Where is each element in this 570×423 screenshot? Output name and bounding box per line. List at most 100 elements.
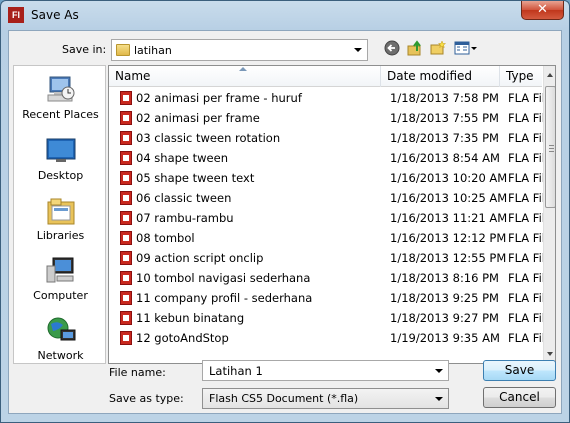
save-button[interactable]: Save <box>483 360 556 381</box>
new-folder-button[interactable] <box>429 40 447 58</box>
file-row[interactable]: 05 shape tween text 1/16/2013 10:20 AM FLA… <box>109 168 545 188</box>
file-name-label: File name: <box>109 366 166 379</box>
file-list-header: Name Date modified Type <box>109 66 542 87</box>
file-name-cell: 11 company profil - sederhana <box>136 291 313 305</box>
sort-ascending-icon <box>239 67 247 71</box>
file-date-cell: 1/18/2013 8:16 PM <box>390 271 499 285</box>
up-folder-button[interactable] <box>406 40 424 58</box>
save-in-dropdown[interactable]: latihan <box>111 39 368 61</box>
scroll-thumb[interactable] <box>545 86 555 208</box>
vertical-scrollbar[interactable] <box>543 66 555 363</box>
places-bar: Recent Places Desktop Libraries Computer… <box>13 65 106 364</box>
column-header-name[interactable]: Name <box>109 66 381 87</box>
file-name-cell: 04 shape tween <box>136 151 228 165</box>
file-row[interactable]: 02 animasi per frame 1/18/2013 7:55 PM FLA… <box>109 108 545 128</box>
file-row[interactable]: 08 tombol 1/16/2013 12:12 PM FLA Fil <box>109 228 545 248</box>
place-network[interactable]: Network <box>14 316 107 362</box>
fla-file-icon <box>120 211 132 225</box>
fla-file-icon <box>120 91 132 105</box>
window-title: Save As <box>31 8 79 22</box>
place-libraries[interactable]: Libraries <box>14 196 107 242</box>
save-in-label: Save in: <box>62 43 107 56</box>
fla-file-icon <box>120 331 132 345</box>
place-label: Desktop <box>37 169 84 182</box>
file-date-cell: 1/18/2013 12:55 PM <box>390 251 507 265</box>
column-name-label: Name <box>115 69 151 83</box>
cancel-button[interactable]: Cancel <box>483 387 556 408</box>
save-as-type-label: Save as type: <box>109 392 184 405</box>
place-label: Computer <box>33 289 88 302</box>
file-type-cell: FLA Fil <box>508 231 545 245</box>
fla-file-icon <box>120 111 132 125</box>
save-in-value: latihan <box>134 44 172 57</box>
file-date-cell: 1/19/2013 9:35 AM <box>390 331 500 345</box>
recent-places-icon <box>45 75 77 105</box>
file-row[interactable]: 02 animasi per frame - huruf 1/18/2013 7:… <box>109 88 545 108</box>
column-header-date[interactable]: Date modified <box>381 66 500 87</box>
fla-file-icon <box>120 191 132 205</box>
file-date-cell: 1/18/2013 7:55 PM <box>390 111 499 125</box>
file-type-cell: FLA Fil <box>508 331 545 345</box>
desktop-icon <box>45 136 77 166</box>
fla-file-icon <box>120 271 132 285</box>
file-row[interactable]: 07 rambu-rambu 1/16/2013 11:21 AM FLA Fil <box>109 208 545 228</box>
title-bar[interactable]: Fl Save As ✕ <box>1 1 569 29</box>
scroll-up-icon[interactable] <box>547 73 553 77</box>
file-row[interactable]: 06 classic tween 1/16/2013 10:25 AM FLA Fi… <box>109 188 545 208</box>
file-date-cell: 1/16/2013 10:20 AM <box>390 171 508 185</box>
file-type-cell: FLA Fil <box>508 171 545 185</box>
file-name-cell: 11 kebun binatang <box>136 311 245 325</box>
file-type-cell: FLA Fil <box>508 111 545 125</box>
fla-file-icon <box>120 171 132 185</box>
fla-file-icon <box>120 231 132 245</box>
scroll-down-icon[interactable] <box>547 352 553 356</box>
file-name-cell: 07 rambu-rambu <box>136 211 234 225</box>
file-type-cell: FLA Fil <box>508 271 545 285</box>
file-row[interactable]: 12 gotoAndStop 1/19/2013 9:35 AM FLA Fil <box>109 328 545 348</box>
place-computer[interactable]: Computer <box>14 256 107 302</box>
file-row[interactable]: 04 shape tween 1/16/2013 8:54 AM FLA Fil <box>109 148 545 168</box>
fla-file-icon <box>120 151 132 165</box>
file-name-cell: 05 shape tween text <box>136 171 255 185</box>
place-label: Network <box>37 349 84 362</box>
dialog-content: Save in: latihan Recent Places Desktop L… <box>8 30 562 414</box>
file-row[interactable]: 10 tombol navigasi sederhana 1/18/2013 8:… <box>109 268 545 288</box>
file-name-value: Latihan 1 <box>209 364 263 378</box>
column-type-label: Type <box>506 69 534 83</box>
column-header-type[interactable]: Type <box>500 66 542 87</box>
file-list[interactable]: Name Date modified Type 02 animasi per f… <box>108 65 556 364</box>
file-date-cell: 1/18/2013 9:27 PM <box>390 311 499 325</box>
views-menu-button[interactable] <box>453 40 479 58</box>
file-name-field[interactable]: Latihan 1 <box>202 360 449 381</box>
save-as-dialog: Fl Save As ✕ Save in: latihan Recent Pla… <box>0 0 570 423</box>
file-date-cell: 1/16/2013 11:21 AM <box>390 211 508 225</box>
close-button[interactable]: ✕ <box>521 1 564 20</box>
file-row[interactable]: 03 classic tween rotation 1/18/2013 7:35 … <box>109 128 545 148</box>
file-row[interactable]: 11 kebun binatang 1/18/2013 9:27 PM FLA Fi… <box>109 308 545 328</box>
views-menu-icon <box>454 41 477 55</box>
place-desktop[interactable]: Desktop <box>14 136 107 182</box>
file-name-cell: 02 animasi per frame <box>136 111 260 125</box>
file-date-cell: 1/16/2013 8:54 AM <box>390 151 500 165</box>
place-recent-places[interactable]: Recent Places <box>14 75 107 121</box>
file-type-cell: FLA Fil <box>508 191 545 205</box>
file-type-cell: FLA Fil <box>508 131 545 145</box>
file-row[interactable]: 09 action script onclip 1/18/2013 12:55 P… <box>109 248 545 268</box>
flash-app-icon: Fl <box>8 7 24 23</box>
back-button[interactable] <box>383 40 401 58</box>
file-name-cell: 03 classic tween rotation <box>136 131 281 145</box>
computer-icon <box>45 256 77 286</box>
file-date-cell: 1/16/2013 12:12 PM <box>390 231 507 245</box>
back-arrow-icon <box>384 40 400 56</box>
fla-file-icon <box>120 131 132 145</box>
up-folder-icon <box>407 40 421 56</box>
grip-line <box>549 148 554 149</box>
file-name-cell: 12 gotoAndStop <box>136 331 229 345</box>
grip-line <box>549 151 554 152</box>
save-as-type-dropdown[interactable]: Flash CS5 Document (*.fla) <box>202 388 449 409</box>
chevron-down-icon[interactable] <box>435 369 443 373</box>
file-row[interactable]: 11 company profil - sederhana 1/18/2013 9… <box>109 288 545 308</box>
file-type-cell: FLA Fil <box>508 91 545 105</box>
file-date-cell: 1/18/2013 7:35 PM <box>390 131 499 145</box>
column-date-label: Date modified <box>387 69 473 83</box>
